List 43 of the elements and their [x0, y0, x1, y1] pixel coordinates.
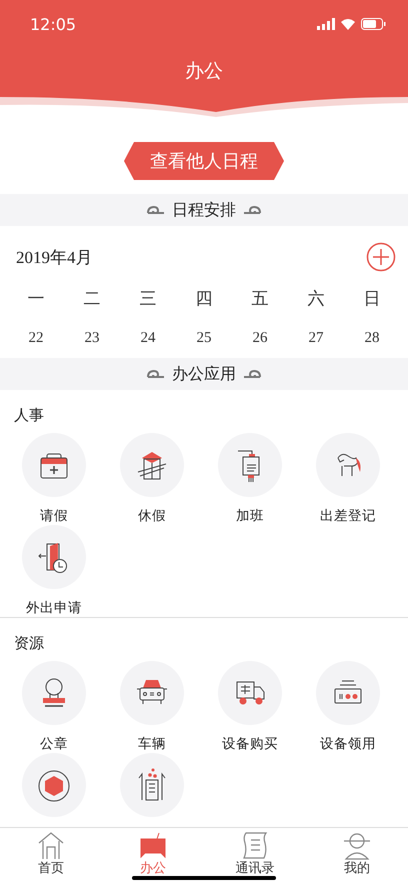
- app-label: 设备购买: [222, 735, 278, 753]
- date-label[interactable]: 28: [344, 330, 400, 346]
- wifi-icon: [340, 18, 356, 30]
- view-others-schedule-button[interactable]: 查看他人日程: [124, 142, 284, 180]
- battery-icon: [361, 18, 386, 30]
- month-title: 2019年4月: [16, 246, 92, 268]
- screen-title: 办公: [184, 59, 224, 84]
- section-title: 日程安排: [172, 200, 236, 220]
- weekday-label: 三: [138, 288, 158, 310]
- weekday-label: 日: [362, 288, 382, 310]
- date-label[interactable]: 23: [64, 330, 120, 346]
- date-label[interactable]: 22: [8, 330, 64, 346]
- swirl-icon: [146, 205, 166, 215]
- weekday-label: 一: [26, 288, 46, 310]
- weekday-label: 二: [82, 288, 102, 310]
- signal-icon: [317, 18, 335, 30]
- app-label: 加班: [236, 507, 264, 525]
- section-title: 办公应用: [172, 364, 236, 384]
- date-label[interactable]: 27: [288, 330, 344, 346]
- group-title: 资源: [13, 633, 45, 654]
- date-label[interactable]: 25: [176, 330, 232, 346]
- swirl-icon: [242, 369, 262, 379]
- app-label: 请假: [40, 507, 68, 525]
- app-label: 车辆: [138, 735, 166, 753]
- weekday-label: 五: [250, 288, 270, 310]
- app-label: 公章: [40, 735, 68, 753]
- weekday-label: 四: [194, 288, 214, 310]
- add-icon[interactable]: [366, 242, 396, 272]
- tab[interactable]: 我的: [306, 828, 408, 883]
- app-label: 设备领用: [320, 735, 376, 753]
- swirl-icon: [242, 205, 262, 215]
- swirl-icon: [146, 369, 166, 379]
- app-label: 外出申请: [26, 599, 82, 617]
- date-label[interactable]: 26: [232, 330, 288, 346]
- date-label[interactable]: 24: [120, 330, 176, 346]
- group-title: 人事: [13, 405, 45, 426]
- app-label: 出差登记: [320, 507, 376, 525]
- tab[interactable]: 通讯录: [204, 828, 306, 883]
- app-label: 休假: [138, 507, 166, 525]
- tab[interactable]: 首页: [0, 828, 102, 883]
- tab[interactable]: 办公: [102, 828, 204, 883]
- weekday-label: 六: [306, 288, 326, 310]
- status-time: 12:05: [30, 14, 76, 34]
